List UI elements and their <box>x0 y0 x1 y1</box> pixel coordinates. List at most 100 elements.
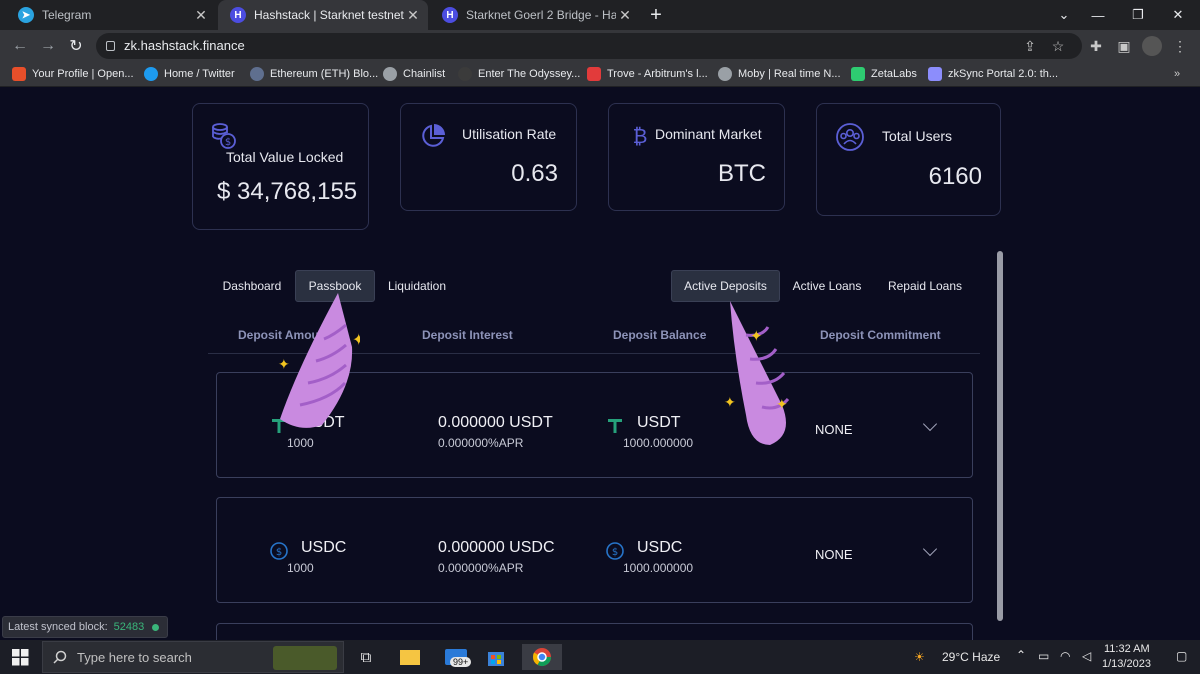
url-text: zk.hashstack.finance <box>124 38 245 53</box>
bookmark-item[interactable]: Ethereum (ETH) Blo... <box>250 66 378 82</box>
browser-tab-strip: ➤ Telegram ✕ H Hashstack | Starknet test… <box>0 0 1200 30</box>
browser-tab-telegram[interactable]: ➤ Telegram ✕ <box>6 0 216 30</box>
deposit-amount: 1000 <box>287 561 314 575</box>
coins-icon: $ <box>212 123 236 149</box>
volume-icon[interactable]: ◁ <box>1082 649 1091 663</box>
tab-liquidation[interactable]: Liquidation <box>380 270 454 302</box>
chrome-icon <box>532 648 551 667</box>
bookmark-item[interactable]: Home / Twitter <box>144 66 235 82</box>
reload-icon[interactable]: ↻ <box>64 34 88 58</box>
svg-text:$: $ <box>276 547 282 558</box>
sync-status-dot <box>152 623 160 631</box>
clock-date[interactable]: 1/13/2023 <box>1102 658 1151 670</box>
restore-button[interactable]: ❐ <box>1118 0 1158 30</box>
side-panel-icon[interactable]: ▣ <box>1114 36 1134 56</box>
tab-repaid-loans[interactable]: Repaid Loans <box>878 270 972 302</box>
stat-label: Total Users <box>882 128 953 144</box>
browser-toolbar: ← → ↻ zk.hashstack.finance ⇪ ☆ ✚ ▣ ⋮ <box>0 30 1200 61</box>
deposit-balance: 1000.000000 <box>623 561 694 575</box>
chevron-down-icon[interactable] <box>922 541 938 557</box>
mail-icon[interactable]: 99+ <box>442 644 472 670</box>
telegram-icon: ➤ <box>18 7 34 23</box>
openai-icon <box>12 67 26 81</box>
deposit-row[interactable]: $ USDC 1000 0.000000 USDC 0.000000%APR $… <box>216 497 973 603</box>
browser-tab-starknet-bridge[interactable]: H Starknet Goerl 2 Bridge - Hashsta ✕ <box>430 0 640 30</box>
svg-text:✦: ✦ <box>750 327 763 345</box>
tab-title: Telegram <box>42 8 92 22</box>
notifications-icon[interactable]: ▢ <box>1176 649 1187 663</box>
stat-card-total-users: Total Users 6160 <box>816 103 1001 216</box>
new-tab-button[interactable]: + <box>642 0 670 30</box>
zetalabs-icon <box>851 67 865 81</box>
twitter-icon <box>144 67 158 81</box>
bookmark-item[interactable]: Your Profile | Open... <box>12 66 134 82</box>
bookmark-item[interactable]: zkSync Portal 2.0: th... <box>928 66 1058 82</box>
svg-text:$: $ <box>225 137 231 148</box>
windows-start-icon[interactable] <box>12 649 29 666</box>
balance-coin: USDC <box>637 539 683 556</box>
weather-text[interactable]: 29°C Haze <box>942 650 1000 664</box>
tab-title: Starknet Goerl 2 Bridge - Hashsta <box>466 8 616 22</box>
profile-avatar[interactable] <box>1142 36 1162 56</box>
search-icon <box>53 650 67 664</box>
users-icon <box>836 123 864 151</box>
deposit-apr: 0.000000%APR <box>438 561 524 575</box>
more-bookmarks-icon[interactable]: » <box>1174 66 1180 82</box>
forward-icon[interactable]: → <box>36 34 60 58</box>
close-tab-icon[interactable]: ✕ <box>616 7 634 24</box>
bookmark-item[interactable]: Chainlist <box>383 66 445 82</box>
tether-icon <box>608 419 622 433</box>
hashstack-page: $ Total Value Locked $ 34,768,155 Utilis… <box>0 87 1200 640</box>
trove-icon <box>587 67 601 81</box>
svg-text:✦: ✦ <box>776 397 788 413</box>
search-highlight-image <box>273 646 337 670</box>
show-hidden-icons[interactable]: ⌃ <box>1016 648 1026 662</box>
back-icon[interactable]: ← <box>8 34 32 58</box>
bookmark-star-icon[interactable]: ☆ <box>1048 36 1068 56</box>
usdc-icon: $ <box>270 542 288 560</box>
stat-value: $ 34,768,155 <box>217 178 358 205</box>
chrome-taskbar-icon[interactable] <box>522 644 562 670</box>
page-scrollbar[interactable] <box>997 251 1003 621</box>
menu-icon[interactable]: ⋮ <box>1170 36 1190 56</box>
column-header-deposit-commitment: Deposit Commitment <box>820 328 941 342</box>
bookmark-item[interactable]: Trove - Arbitrum's l... <box>587 66 708 82</box>
balance-coin: USDT <box>637 414 681 431</box>
pie-chart-icon <box>422 124 445 147</box>
deposit-commitment: NONE <box>815 547 853 562</box>
globe-icon <box>383 67 397 81</box>
stat-card-utilisation: Utilisation Rate 0.63 <box>400 103 577 211</box>
stat-value: BTC <box>718 160 766 187</box>
browser-tab-hashstack[interactable]: H Hashstack | Starknet testnet ✕ <box>218 0 428 30</box>
bookmark-item[interactable]: Moby | Real time N... <box>718 66 841 82</box>
svg-text:$: $ <box>612 547 618 558</box>
deposit-balance: 1000.000000 <box>623 436 694 450</box>
clock-time[interactable]: 11:32 AM <box>1104 643 1150 655</box>
share-icon[interactable]: ⇪ <box>1020 36 1040 56</box>
extensions-icon[interactable]: ✚ <box>1086 36 1106 56</box>
wifi-icon[interactable]: ◠ <box>1060 649 1070 663</box>
bookmark-item[interactable]: Enter The Odyssey... <box>458 66 580 82</box>
deposit-commitment: NONE <box>815 422 853 437</box>
usdc-icon: $ <box>606 542 624 560</box>
close-window-button[interactable]: ✕ <box>1158 0 1198 30</box>
svg-text:✦: ✦ <box>278 357 290 373</box>
battery-icon[interactable]: ▭ <box>1038 649 1049 663</box>
address-bar[interactable]: zk.hashstack.finance ⇪ ☆ <box>96 33 1082 59</box>
taskbar-search-box[interactable]: Type here to search <box>42 641 344 673</box>
bookmark-item[interactable]: ZetaLabs <box>851 66 917 82</box>
file-explorer-icon[interactable] <box>396 644 424 670</box>
close-tab-icon[interactable]: ✕ <box>404 7 422 24</box>
svg-text:✦: ✦ <box>724 395 736 411</box>
task-view-icon[interactable]: ⧉ <box>352 644 380 670</box>
stat-label: Dominant Market <box>655 126 762 142</box>
deposit-row[interactable] <box>216 623 973 640</box>
lock-icon <box>106 41 115 51</box>
close-tab-icon[interactable]: ✕ <box>192 7 210 24</box>
zksync-icon <box>928 67 942 81</box>
chevron-down-icon[interactable] <box>922 416 938 432</box>
store-icon[interactable] <box>482 644 510 670</box>
mail-badge: 99+ <box>450 657 472 667</box>
minimize-button[interactable]: — <box>1078 0 1118 30</box>
bitcoin-icon: ₿ <box>633 124 648 148</box>
